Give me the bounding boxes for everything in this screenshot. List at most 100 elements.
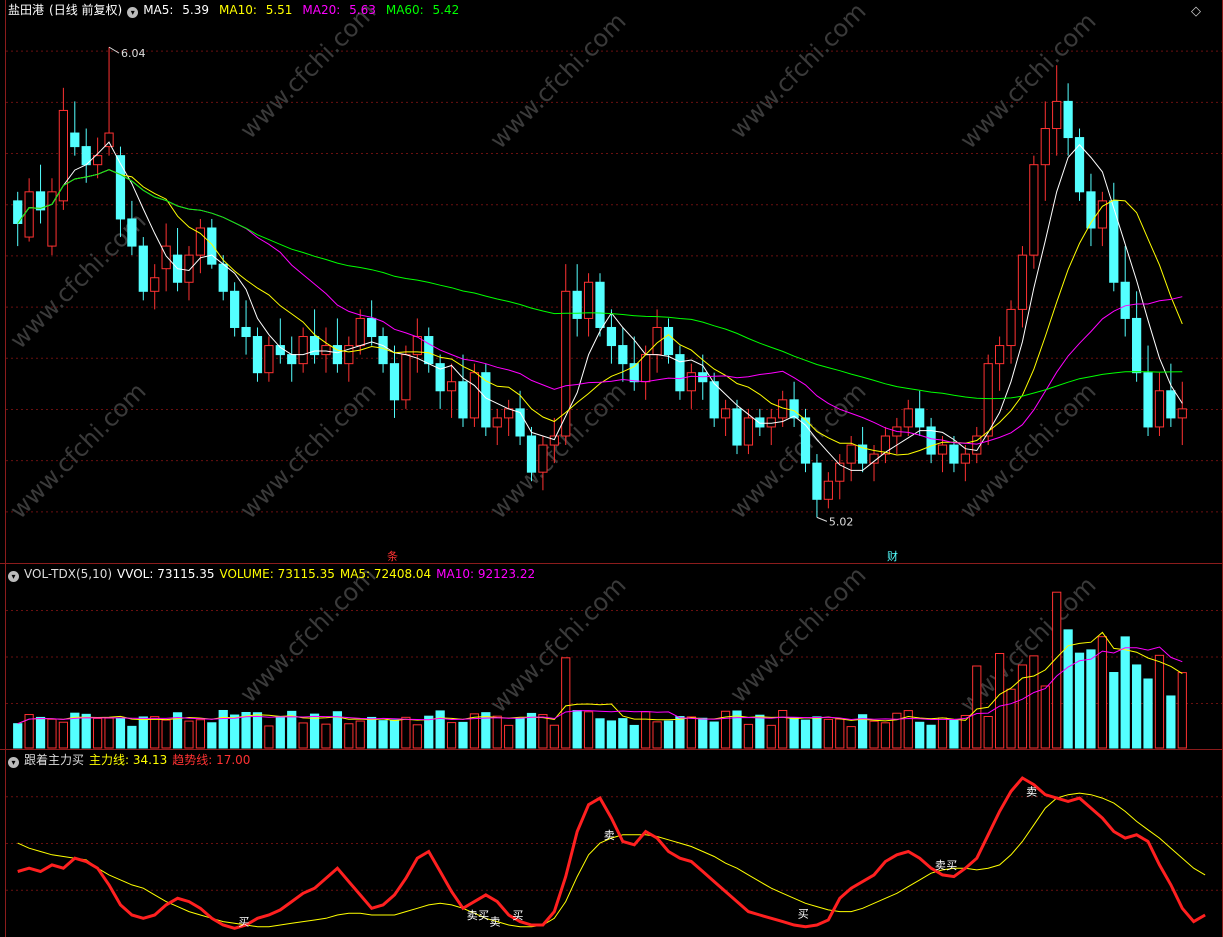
high-arrow bbox=[108, 46, 120, 54]
volume-bar bbox=[138, 716, 148, 749]
volume-bar bbox=[378, 720, 388, 749]
candle bbox=[1029, 164, 1039, 256]
indicator-name[interactable]: 跟着主力买 bbox=[24, 753, 84, 767]
volume-bar bbox=[1166, 695, 1176, 749]
buy-signal: 买 bbox=[512, 909, 523, 922]
volume-settings-icon[interactable]: ▾ bbox=[8, 571, 19, 582]
volume-bar bbox=[641, 711, 651, 749]
volume-bar bbox=[458, 721, 468, 749]
candle bbox=[983, 363, 993, 437]
volume-bar bbox=[435, 710, 445, 749]
candle bbox=[686, 372, 696, 392]
volume-bar bbox=[743, 723, 754, 749]
volume-bar bbox=[81, 713, 91, 749]
volume-bar bbox=[629, 724, 639, 749]
candle bbox=[1017, 254, 1028, 310]
watermark: www.cfchi.com bbox=[724, 564, 871, 708]
volume-bar bbox=[572, 710, 582, 749]
candle bbox=[321, 345, 331, 356]
volume-bar bbox=[835, 718, 845, 749]
candle bbox=[458, 381, 468, 419]
period-label: (日线 前复权) bbox=[49, 3, 123, 17]
volume-bar bbox=[218, 709, 228, 749]
candle bbox=[1040, 128, 1050, 166]
volume-bar bbox=[812, 716, 822, 749]
candle bbox=[641, 354, 651, 383]
volume-header: ▾ VOL-TDX(5,10) VVOL: 73115.35 VOLUME: 7311… bbox=[8, 567, 540, 582]
volume-bar bbox=[652, 721, 662, 749]
price-chart[interactable]: www.cfchi.com www.cfchi.com www.cfchi.com w… bbox=[0, 0, 1223, 563]
candle bbox=[949, 444, 959, 464]
volume-chart[interactable]: www.cfchi.com www.cfchi.com www.cfchi.com w… bbox=[0, 564, 1223, 750]
indicator-settings-icon[interactable]: ▾ bbox=[8, 757, 19, 768]
candle bbox=[995, 345, 1005, 365]
volume-bar bbox=[618, 718, 628, 749]
candle bbox=[595, 281, 605, 328]
ma60-label: MA60: 5.42 bbox=[385, 3, 460, 17]
stock-name[interactable]: 盐田港 bbox=[8, 3, 44, 17]
candle bbox=[264, 345, 274, 374]
volume-bar bbox=[1006, 688, 1016, 749]
price-pane[interactable]: www.cfchi.com www.cfchi.com www.cfchi.com w… bbox=[0, 0, 1223, 563]
volume-bar bbox=[127, 725, 137, 749]
volume-bar bbox=[915, 721, 925, 749]
volume-bar bbox=[93, 717, 103, 749]
volume-bar bbox=[161, 719, 171, 749]
candle bbox=[709, 381, 719, 419]
volume-bar bbox=[675, 716, 685, 749]
candle bbox=[732, 408, 742, 446]
candle bbox=[378, 336, 388, 365]
settings-icon[interactable]: ▾ bbox=[127, 7, 139, 18]
sell-signal: 卖 bbox=[1026, 785, 1037, 798]
candle bbox=[1120, 281, 1130, 319]
volume-bar bbox=[880, 722, 891, 749]
volume-bar bbox=[241, 711, 251, 749]
trend-line bbox=[17, 776, 1206, 930]
buy-signal: 买 bbox=[478, 909, 489, 922]
volume-bar bbox=[1086, 649, 1096, 749]
candle bbox=[1006, 308, 1016, 347]
low-price-label: 5.02 bbox=[829, 515, 854, 528]
watermark: www.cfchi.com bbox=[234, 377, 381, 524]
volume-pane[interactable]: www.cfchi.com www.cfchi.com www.cfchi.com w… bbox=[0, 563, 1223, 750]
candle bbox=[606, 326, 617, 347]
volume-bar bbox=[800, 719, 811, 749]
candle bbox=[218, 263, 228, 292]
candle bbox=[115, 155, 126, 220]
event-marker: 条 bbox=[387, 549, 398, 563]
candle bbox=[138, 245, 148, 292]
volume-bar bbox=[663, 720, 674, 749]
candle bbox=[823, 480, 833, 500]
volume-bar bbox=[538, 714, 548, 749]
candle bbox=[446, 381, 457, 392]
sell-signal: 卖 bbox=[935, 859, 946, 872]
candle bbox=[389, 363, 400, 401]
candle bbox=[755, 417, 765, 428]
high-price-label: 6.04 bbox=[121, 47, 146, 60]
volume-indicator-name[interactable]: VOL-TDX(5,10) bbox=[24, 567, 112, 581]
watermark: www.cfchi.com bbox=[484, 377, 631, 524]
volume-bar bbox=[686, 716, 696, 749]
volume-bar bbox=[709, 721, 719, 749]
candle bbox=[230, 290, 240, 328]
volume-bar bbox=[595, 718, 605, 749]
volume-bar bbox=[504, 724, 514, 749]
candle bbox=[572, 290, 582, 319]
volume-bar bbox=[150, 716, 160, 749]
vvol-label: VVOL: 73115.35 bbox=[117, 567, 215, 581]
indicator-chart[interactable]: 买卖 买卖买卖买卖 买卖 bbox=[0, 750, 1223, 937]
diamond-icon[interactable]: ◇ bbox=[1191, 4, 1201, 19]
volume-bar bbox=[184, 720, 194, 749]
candle bbox=[960, 453, 970, 464]
volume-bar bbox=[275, 715, 285, 749]
candle bbox=[70, 132, 80, 148]
volume-bar bbox=[47, 718, 57, 749]
candle bbox=[743, 417, 754, 446]
candle bbox=[492, 417, 502, 428]
watermark: www.cfchi.com bbox=[484, 7, 631, 154]
candle bbox=[150, 277, 160, 292]
volume-bar bbox=[401, 716, 411, 749]
indicator-pane[interactable]: 买卖买卖买卖买卖买卖 ▾ 跟着主力买 主力线: 34.13 趋势线: 17.00 bbox=[0, 749, 1223, 937]
low-arrow bbox=[816, 516, 828, 522]
volume-bar bbox=[1040, 685, 1050, 749]
